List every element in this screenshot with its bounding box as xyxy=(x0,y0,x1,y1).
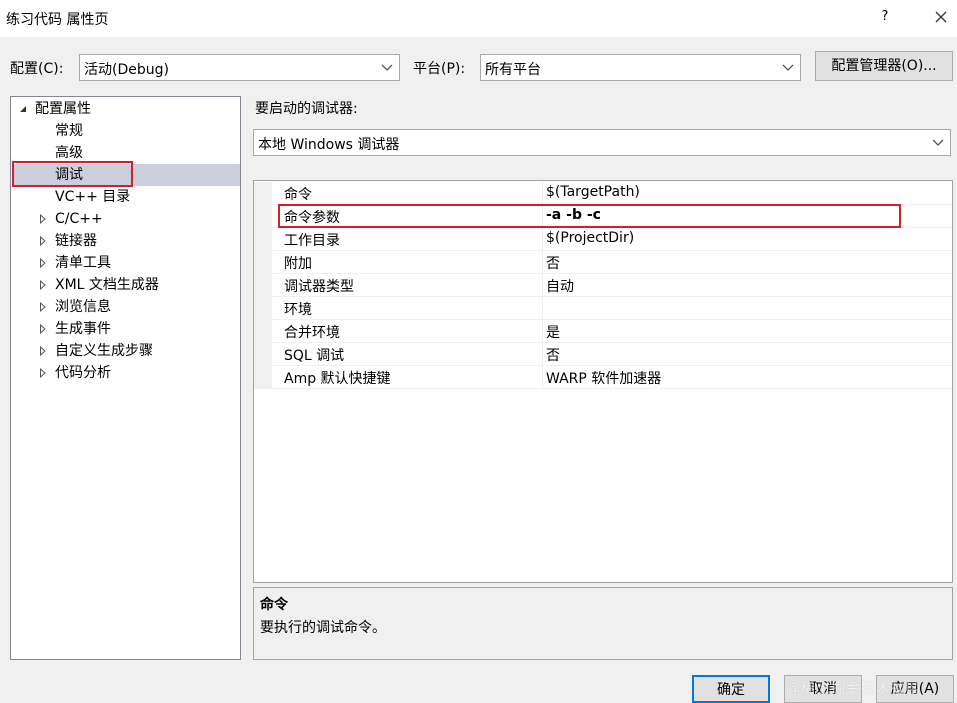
watermark-text: @稀土掘金技术社区 xyxy=(786,681,921,697)
property-name: SQL 调试 xyxy=(284,348,345,364)
property-value[interactable]: 是 xyxy=(546,322,560,342)
collapsed-arrow-icon[interactable] xyxy=(39,324,47,334)
row-gutter xyxy=(254,343,272,366)
property-name: 附加 xyxy=(284,256,312,272)
property-row[interactable]: 命令 $(TargetPath) xyxy=(254,182,952,205)
column-divider xyxy=(542,320,543,343)
collapsed-arrow-icon[interactable] xyxy=(39,302,47,312)
property-value[interactable]: $(TargetPath) xyxy=(546,184,640,200)
window-title: 练习代码 属性页 xyxy=(6,12,109,28)
tree-item[interactable]: XML 文档生成器 xyxy=(55,274,159,296)
tree-item[interactable]: 常规 xyxy=(55,120,83,142)
close-button[interactable] xyxy=(930,6,952,28)
tree-item[interactable]: 自定义生成步骤 xyxy=(55,340,153,362)
tree-item[interactable]: 代码分析 xyxy=(55,362,111,384)
highlight-box-command-args xyxy=(278,204,901,228)
collapsed-arrow-icon[interactable] xyxy=(39,236,47,246)
property-value[interactable]: WARP 软件加速器 xyxy=(546,368,661,388)
debugger-dropdown[interactable]: 本地 Windows 调试器 xyxy=(253,129,951,156)
column-divider xyxy=(542,274,543,297)
collapsed-arrow-icon[interactable] xyxy=(39,368,47,378)
collapsed-arrow-icon[interactable] xyxy=(39,258,47,268)
tree-item[interactable]: 生成事件 xyxy=(55,318,111,340)
column-divider xyxy=(542,182,543,205)
property-name: 环境 xyxy=(284,302,312,318)
property-name: 命令 xyxy=(284,187,312,203)
property-value[interactable]: 否 xyxy=(546,345,560,365)
tree-root-config-properties[interactable]: 配置属性 xyxy=(35,98,91,120)
property-row[interactable]: Amp 默认快捷键 WARP 软件加速器 xyxy=(254,366,952,389)
property-grid: 命令 $(TargetPath) 命令参数 -a -b -c 工作目录 $(Project… xyxy=(253,180,953,583)
column-divider xyxy=(542,251,543,274)
description-text: 要执行的调试命令。 xyxy=(260,620,386,636)
platform-value: 所有平台 xyxy=(485,62,541,78)
property-name: Amp 默认快捷键 xyxy=(284,371,391,387)
expanded-arrow-icon[interactable] xyxy=(19,105,27,113)
column-divider xyxy=(542,366,543,389)
row-gutter xyxy=(254,251,272,274)
row-gutter xyxy=(254,274,272,297)
chevron-down-icon xyxy=(782,64,794,71)
help-button[interactable]: ? xyxy=(876,9,894,24)
property-row[interactable]: SQL 调试 否 xyxy=(254,343,952,366)
row-gutter xyxy=(254,366,272,389)
column-divider xyxy=(542,297,543,320)
row-divider xyxy=(272,388,952,389)
row-gutter xyxy=(254,297,272,320)
collapsed-arrow-icon[interactable] xyxy=(39,346,47,356)
property-row[interactable]: 环境 xyxy=(254,297,952,320)
config-label: 配置(C): xyxy=(10,61,64,77)
platform-dropdown[interactable]: 所有平台 xyxy=(480,54,801,81)
row-gutter xyxy=(254,320,272,343)
debugger-value: 本地 Windows 调试器 xyxy=(258,137,400,153)
description-title: 命令 xyxy=(260,597,288,613)
tree-item[interactable]: 浏览信息 xyxy=(55,296,111,318)
property-name: 合并环境 xyxy=(284,325,340,341)
row-gutter xyxy=(254,228,272,251)
property-row[interactable]: 工作目录 $(ProjectDir) xyxy=(254,228,952,251)
property-value[interactable]: $(ProjectDir) xyxy=(546,230,634,246)
config-manager-button[interactable]: 配置管理器(O)... xyxy=(815,51,953,81)
property-name: 工作目录 xyxy=(284,233,340,249)
property-row[interactable]: 调试器类型 自动 xyxy=(254,274,952,297)
row-gutter xyxy=(254,205,272,228)
property-name: 调试器类型 xyxy=(284,279,354,295)
debugger-label: 要启动的调试器: xyxy=(255,101,358,117)
tree-item[interactable]: VC++ 目录 xyxy=(55,186,130,208)
tree-item[interactable]: C/C++ xyxy=(55,208,103,230)
column-divider xyxy=(542,343,543,366)
chevron-down-icon xyxy=(932,139,944,146)
tree-item[interactable]: 清单工具 xyxy=(55,252,111,274)
config-value: 活动(Debug) xyxy=(84,62,169,78)
chevron-down-icon xyxy=(381,64,393,71)
property-value[interactable]: 自动 xyxy=(546,276,574,296)
config-dropdown[interactable]: 活动(Debug) xyxy=(79,54,400,81)
close-icon xyxy=(935,11,947,23)
property-value[interactable]: 否 xyxy=(546,253,560,273)
tree-item[interactable]: 链接器 xyxy=(55,230,97,252)
property-row[interactable]: 附加 否 xyxy=(254,251,952,274)
row-gutter xyxy=(254,182,272,205)
property-row[interactable]: 合并环境 是 xyxy=(254,320,952,343)
highlight-box-debug xyxy=(12,161,133,187)
title-bar: 练习代码 属性页 ? xyxy=(0,0,957,37)
ok-button[interactable]: 确定 xyxy=(692,675,770,703)
column-divider xyxy=(542,228,543,251)
collapsed-arrow-icon[interactable] xyxy=(39,280,47,290)
description-panel: 命令 要执行的调试命令。 xyxy=(253,587,953,660)
platform-label: 平台(P): xyxy=(413,61,466,77)
collapsed-arrow-icon[interactable] xyxy=(39,214,47,224)
